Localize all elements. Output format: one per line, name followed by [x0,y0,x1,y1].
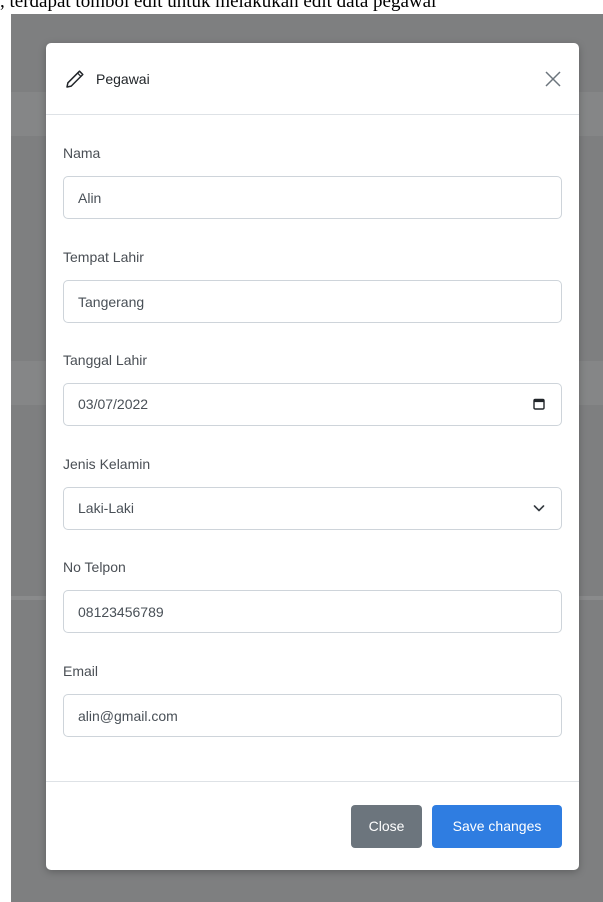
jenis-kelamin-select[interactable]: Laki-Laki [63,487,562,530]
nama-input[interactable] [63,176,562,219]
tempat-lahir-label: Tempat Lahir [63,249,144,265]
jenis-kelamin-value: Laki-Laki [78,500,135,516]
nama-label: Nama [63,145,101,161]
edit-pegawai-modal: Pegawai Nama Tempat Lahir Tanggal Lahir … [46,43,579,870]
page-caption: , terdapat tombol edit untuk melakukan e… [0,0,437,12]
email-label: Email [63,663,99,679]
save-changes-button[interactable]: Save changes [432,805,562,848]
email-input[interactable] [63,694,562,737]
tanggal-lahir-date-input[interactable]: 03/07/2022 [63,383,562,426]
pencil-icon [66,70,84,88]
modal-title: Pegawai [96,71,150,87]
modal-header: Pegawai [46,43,579,115]
no-telpon-label: No Telpon [63,559,126,575]
tanggal-lahir-value: 03/07/2022 [78,396,149,412]
chevron-down-icon [533,505,545,512]
close-icon[interactable] [541,67,565,91]
tempat-lahir-input[interactable] [63,280,562,323]
calendar-icon[interactable] [531,396,547,412]
modal-footer: Close Save changes [46,781,579,870]
jenis-kelamin-label: Jenis Kelamin [63,456,151,472]
tanggal-lahir-label: Tanggal Lahir [63,352,148,368]
close-button[interactable]: Close [351,805,422,848]
no-telpon-input[interactable] [63,590,562,633]
